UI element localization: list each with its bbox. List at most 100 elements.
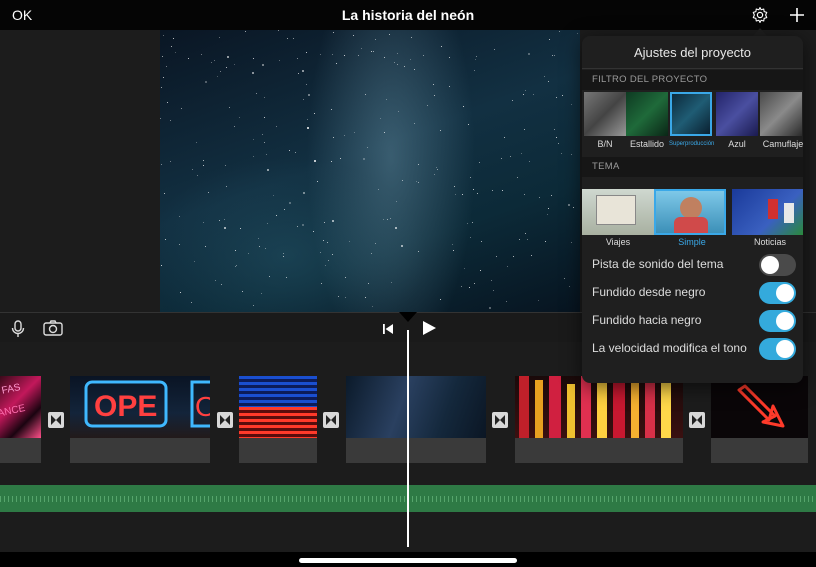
- star: [323, 240, 324, 241]
- filter-camuflaje[interactable]: [760, 92, 802, 136]
- ok-button[interactable]: OK: [12, 7, 32, 23]
- clip-neon-sign-fas[interactable]: FAS ANCE: [0, 376, 41, 438]
- transition-icon[interactable]: [492, 412, 508, 428]
- theme-noticias[interactable]: [732, 189, 803, 235]
- star: [220, 71, 221, 72]
- fade-in-toggle[interactable]: [759, 282, 796, 304]
- star: [501, 158, 502, 159]
- star: [504, 137, 505, 138]
- clip-city-neon-signs[interactable]: [515, 376, 683, 438]
- star: [219, 220, 220, 221]
- star: [474, 283, 475, 284]
- theme-simple[interactable]: [654, 189, 726, 235]
- play-icon[interactable]: [421, 320, 437, 336]
- star: [397, 53, 398, 54]
- star: [384, 57, 385, 58]
- setting-label: Pista de sonido del tema: [592, 257, 724, 271]
- transition-icon[interactable]: [48, 412, 64, 428]
- camera-icon[interactable]: [43, 320, 63, 336]
- star: [344, 135, 345, 136]
- star: [390, 218, 391, 219]
- star: [398, 111, 399, 112]
- star: [548, 208, 549, 209]
- filter-bw[interactable]: [584, 92, 626, 136]
- video-preview[interactable]: [160, 30, 580, 312]
- home-indicator[interactable]: [299, 558, 517, 563]
- star: [297, 58, 298, 59]
- star: [273, 195, 274, 196]
- transition-icon[interactable]: [217, 412, 233, 428]
- theme-music-toggle[interactable]: [759, 254, 796, 276]
- star: [455, 194, 456, 195]
- svg-text:OPE: OPE: [94, 390, 157, 423]
- star: [253, 156, 254, 157]
- star: [256, 93, 257, 94]
- star: [378, 189, 379, 190]
- star: [402, 180, 403, 181]
- star: [404, 66, 405, 67]
- star: [276, 126, 277, 127]
- toggle-knob: [761, 256, 779, 274]
- star: [279, 60, 280, 61]
- star: [229, 107, 230, 108]
- speed-pitch-toggle[interactable]: [759, 338, 796, 360]
- theme-viajes[interactable]: [582, 189, 654, 235]
- star: [239, 117, 240, 118]
- star: [264, 97, 265, 98]
- star: [308, 94, 310, 96]
- clip-neon-open-sign[interactable]: OPE O: [70, 376, 210, 438]
- preview-left-panel: [0, 30, 160, 312]
- star: [253, 139, 254, 140]
- filter-azul[interactable]: [716, 92, 758, 136]
- star: [437, 169, 438, 170]
- star: [328, 260, 329, 261]
- clip-neon-blue-red-lights[interactable]: [239, 376, 317, 438]
- star: [321, 283, 322, 284]
- star: [463, 106, 464, 107]
- filter-label: B/N: [597, 139, 613, 149]
- star: [170, 161, 171, 162]
- star: [188, 58, 189, 59]
- star: [489, 307, 491, 309]
- star: [313, 231, 314, 232]
- transition-icon[interactable]: [689, 412, 705, 428]
- star: [267, 169, 269, 171]
- star: [179, 216, 180, 217]
- gear-icon[interactable]: [751, 6, 769, 24]
- star: [525, 90, 526, 91]
- skip-back-icon[interactable]: [382, 322, 394, 334]
- star: [527, 239, 528, 240]
- microphone-icon[interactable]: [10, 320, 26, 338]
- star: [225, 165, 226, 166]
- playhead[interactable]: [407, 330, 409, 547]
- star: [506, 301, 507, 302]
- filter-estallido[interactable]: [626, 92, 668, 136]
- clip-starry-sky[interactable]: [346, 376, 486, 438]
- clip-neon-arrow[interactable]: [711, 376, 808, 438]
- star: [317, 181, 318, 182]
- star: [562, 95, 563, 96]
- star: [433, 84, 434, 85]
- toggle-knob: [776, 312, 794, 330]
- star: [507, 266, 508, 267]
- star: [558, 143, 559, 144]
- star: [577, 33, 578, 34]
- star: [234, 64, 235, 65]
- clip-bar: [70, 438, 210, 463]
- filter-superproduccion[interactable]: [670, 92, 712, 136]
- fade-out-toggle[interactable]: [759, 310, 796, 332]
- transition-icon[interactable]: [323, 412, 339, 428]
- star: [269, 276, 270, 277]
- star: [401, 245, 403, 247]
- star: [221, 284, 222, 285]
- star: [248, 253, 249, 254]
- star: [217, 76, 218, 77]
- setting-label: Fundido hacia negro: [592, 313, 702, 327]
- star: [414, 69, 415, 70]
- star: [203, 160, 204, 161]
- star: [391, 282, 392, 283]
- star: [306, 52, 307, 53]
- star: [434, 95, 435, 96]
- add-icon[interactable]: [788, 6, 806, 24]
- star: [365, 297, 366, 298]
